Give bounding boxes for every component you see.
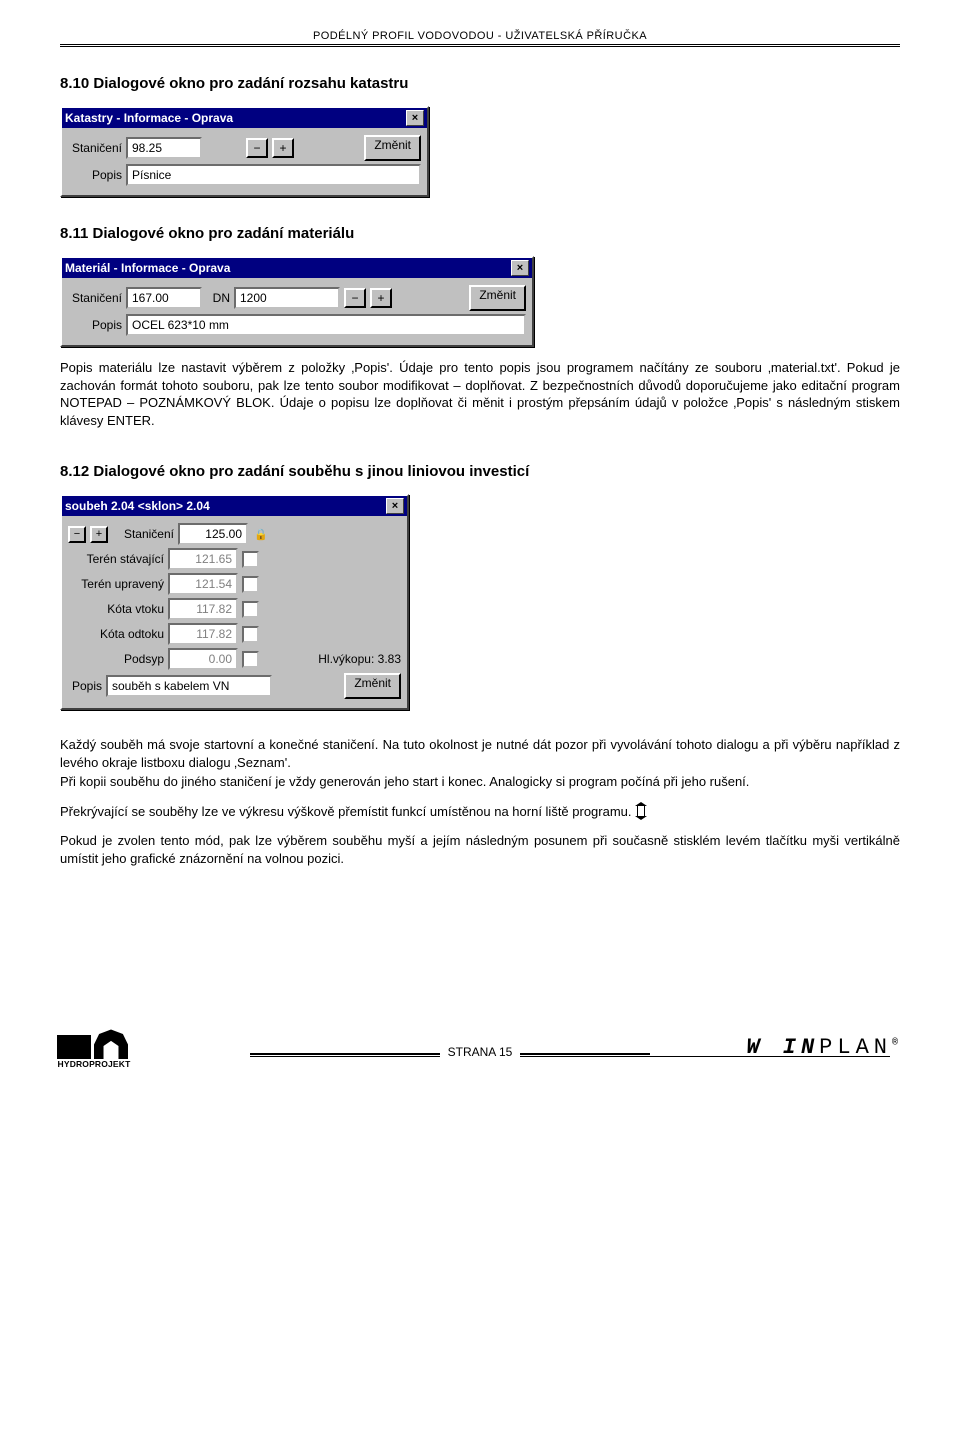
label-teren-upraveny: Terén upravený <box>68 577 164 591</box>
change-button[interactable]: Změnit <box>344 673 401 699</box>
label-hlvykopu: Hl.výkopu: 3.83 <box>318 652 401 666</box>
input-popis[interactable]: OCEL 623*10 mm <box>126 314 526 336</box>
close-icon[interactable]: × <box>511 260 529 276</box>
close-icon[interactable]: × <box>386 498 404 514</box>
label-teren-stavajici: Terén stávající <box>68 552 164 566</box>
section-title-812: 8.12 Dialogové okno pro zadání souběhu s… <box>60 463 900 480</box>
dialog-title: Katastry - Informace - Oprava <box>65 111 406 125</box>
section-title-811: 8.11 Dialogové okno pro zadání materiálu <box>60 225 900 242</box>
soubeh-paragraph-3: Překrývající se souběhy lze ve výkresu v… <box>60 803 900 821</box>
change-button[interactable]: Změnit <box>364 135 421 161</box>
checkbox[interactable] <box>242 626 259 643</box>
plus-button[interactable]: + <box>90 526 108 543</box>
label-staniceni: Staničení <box>68 141 122 155</box>
plus-button[interactable]: + <box>272 138 294 158</box>
input-popis[interactable]: souběh s kabelem VN <box>106 675 272 697</box>
input-dn[interactable]: 1200 <box>234 287 340 309</box>
value-teren-upraveny: 121.54 <box>168 573 238 595</box>
soubeh-paragraph-4: Pokud je zvolen tento mód, pak lze výběr… <box>60 832 900 867</box>
minus-button[interactable]: − <box>246 138 268 158</box>
page-header: PODÉLNÝ PROFIL VODOVODOU - UŽIVATELSKÁ P… <box>60 30 900 42</box>
input-staniceni[interactable]: 125.00 <box>178 523 248 545</box>
soubeh-paragraph-2: Při kopii souběhu do jiného staničení je… <box>60 773 900 791</box>
page-footer: HYDROPROJEKT STRANA 15 W INPLAN® <box>60 1017 900 1087</box>
value-podsyp: 0.00 <box>168 648 238 670</box>
page-number: STRANA 15 <box>440 1045 521 1059</box>
label-kota-vtoku: Kóta vtoku <box>68 602 164 616</box>
plus-button[interactable]: + <box>370 288 392 308</box>
vertical-move-icon <box>637 806 645 816</box>
dialog-title: soubeh 2.04 <sklon> 2.04 <box>65 499 386 513</box>
winplan-brand: W INPLAN® <box>746 1035 903 1060</box>
dialog-soubeh: soubeh 2.04 <sklon> 2.04 × − + Staničení… <box>60 494 409 710</box>
label-staniceni: Staničení <box>112 527 174 541</box>
lock-icon: 🔒 <box>252 528 268 541</box>
checkbox[interactable] <box>242 551 259 568</box>
value-kota-odtoku: 117.82 <box>168 623 238 645</box>
close-icon[interactable]: × <box>406 110 424 126</box>
checkbox[interactable] <box>242 651 259 668</box>
label-podsyp: Podsyp <box>68 652 164 666</box>
minus-button[interactable]: − <box>68 526 86 543</box>
section-title-810: 8.10 Dialogové okno pro zadání rozsahu k… <box>60 75 900 92</box>
label-dn: DN <box>206 291 230 305</box>
label-staniceni: Staničení <box>68 291 122 305</box>
minus-button[interactable]: − <box>344 288 366 308</box>
dialog-title: Materiál - Informace - Oprava <box>65 261 511 275</box>
dialog-katastry: Katastry - Informace - Oprava × Staničen… <box>60 106 429 197</box>
input-staniceni[interactable]: 167.00 <box>126 287 202 309</box>
checkbox[interactable] <box>242 576 259 593</box>
dialog-material: Materiál - Informace - Oprava × Staničen… <box>60 256 534 347</box>
value-kota-vtoku: 117.82 <box>168 598 238 620</box>
change-button[interactable]: Změnit <box>469 285 526 311</box>
input-staniceni[interactable]: 98.25 <box>126 137 202 159</box>
label-kota-odtoku: Kóta odtoku <box>68 627 164 641</box>
material-paragraph: Popis materiálu lze nastavit výběrem z p… <box>60 359 900 429</box>
value-teren-stavajici: 121.65 <box>168 548 238 570</box>
soubeh-paragraph-1: Každý souběh má svoje startovní a konečn… <box>60 736 900 771</box>
label-popis: Popis <box>68 168 122 182</box>
checkbox[interactable] <box>242 601 259 618</box>
label-popis: Popis <box>68 679 102 693</box>
label-popis: Popis <box>68 318 122 332</box>
input-popis[interactable]: Písnice <box>126 164 421 186</box>
